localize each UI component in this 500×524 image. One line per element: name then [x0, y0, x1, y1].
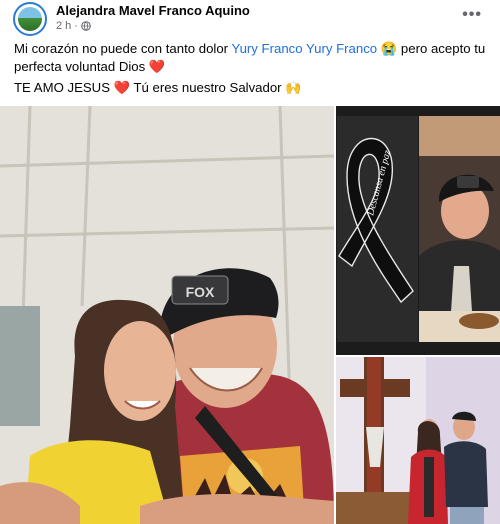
post-text-line2: TE AMO JESUS ❤️ Tú eres nuestro Salvador… [14, 80, 302, 95]
photo-mourning-ribbon[interactable]: Descansa en paz [337, 116, 418, 342]
author-name[interactable]: Alejandra Mavel Franco Aquino [56, 3, 250, 18]
photo-man-cap[interactable] [419, 116, 500, 342]
cap-text: FOX [186, 284, 215, 300]
meta-separator: · [74, 20, 78, 32]
author-avatar[interactable] [13, 2, 47, 36]
photo-church[interactable] [336, 357, 500, 524]
photo-couple[interactable]: FOX [0, 106, 334, 524]
tag-yury-franco-1[interactable]: Yury Franco [232, 41, 303, 56]
post-time[interactable]: 2 h [56, 20, 71, 32]
post-meta: 2 h · [56, 20, 91, 32]
post-header: Alejandra Mavel Franco Aquino 2 h · ••• [0, 0, 500, 38]
more-options-icon[interactable]: ••• [462, 6, 482, 24]
globe-icon[interactable] [81, 21, 91, 31]
post-text-part1: Mi corazón no puede con tanto dolor [14, 41, 232, 56]
photo-grid: FOX Descansa en paz [0, 106, 500, 524]
tag-yury-franco-2[interactable]: Yury Franco [306, 41, 377, 56]
post-text: Mi corazón no puede con tanto dolor Yury… [14, 40, 494, 76]
avatar-image [18, 7, 42, 31]
